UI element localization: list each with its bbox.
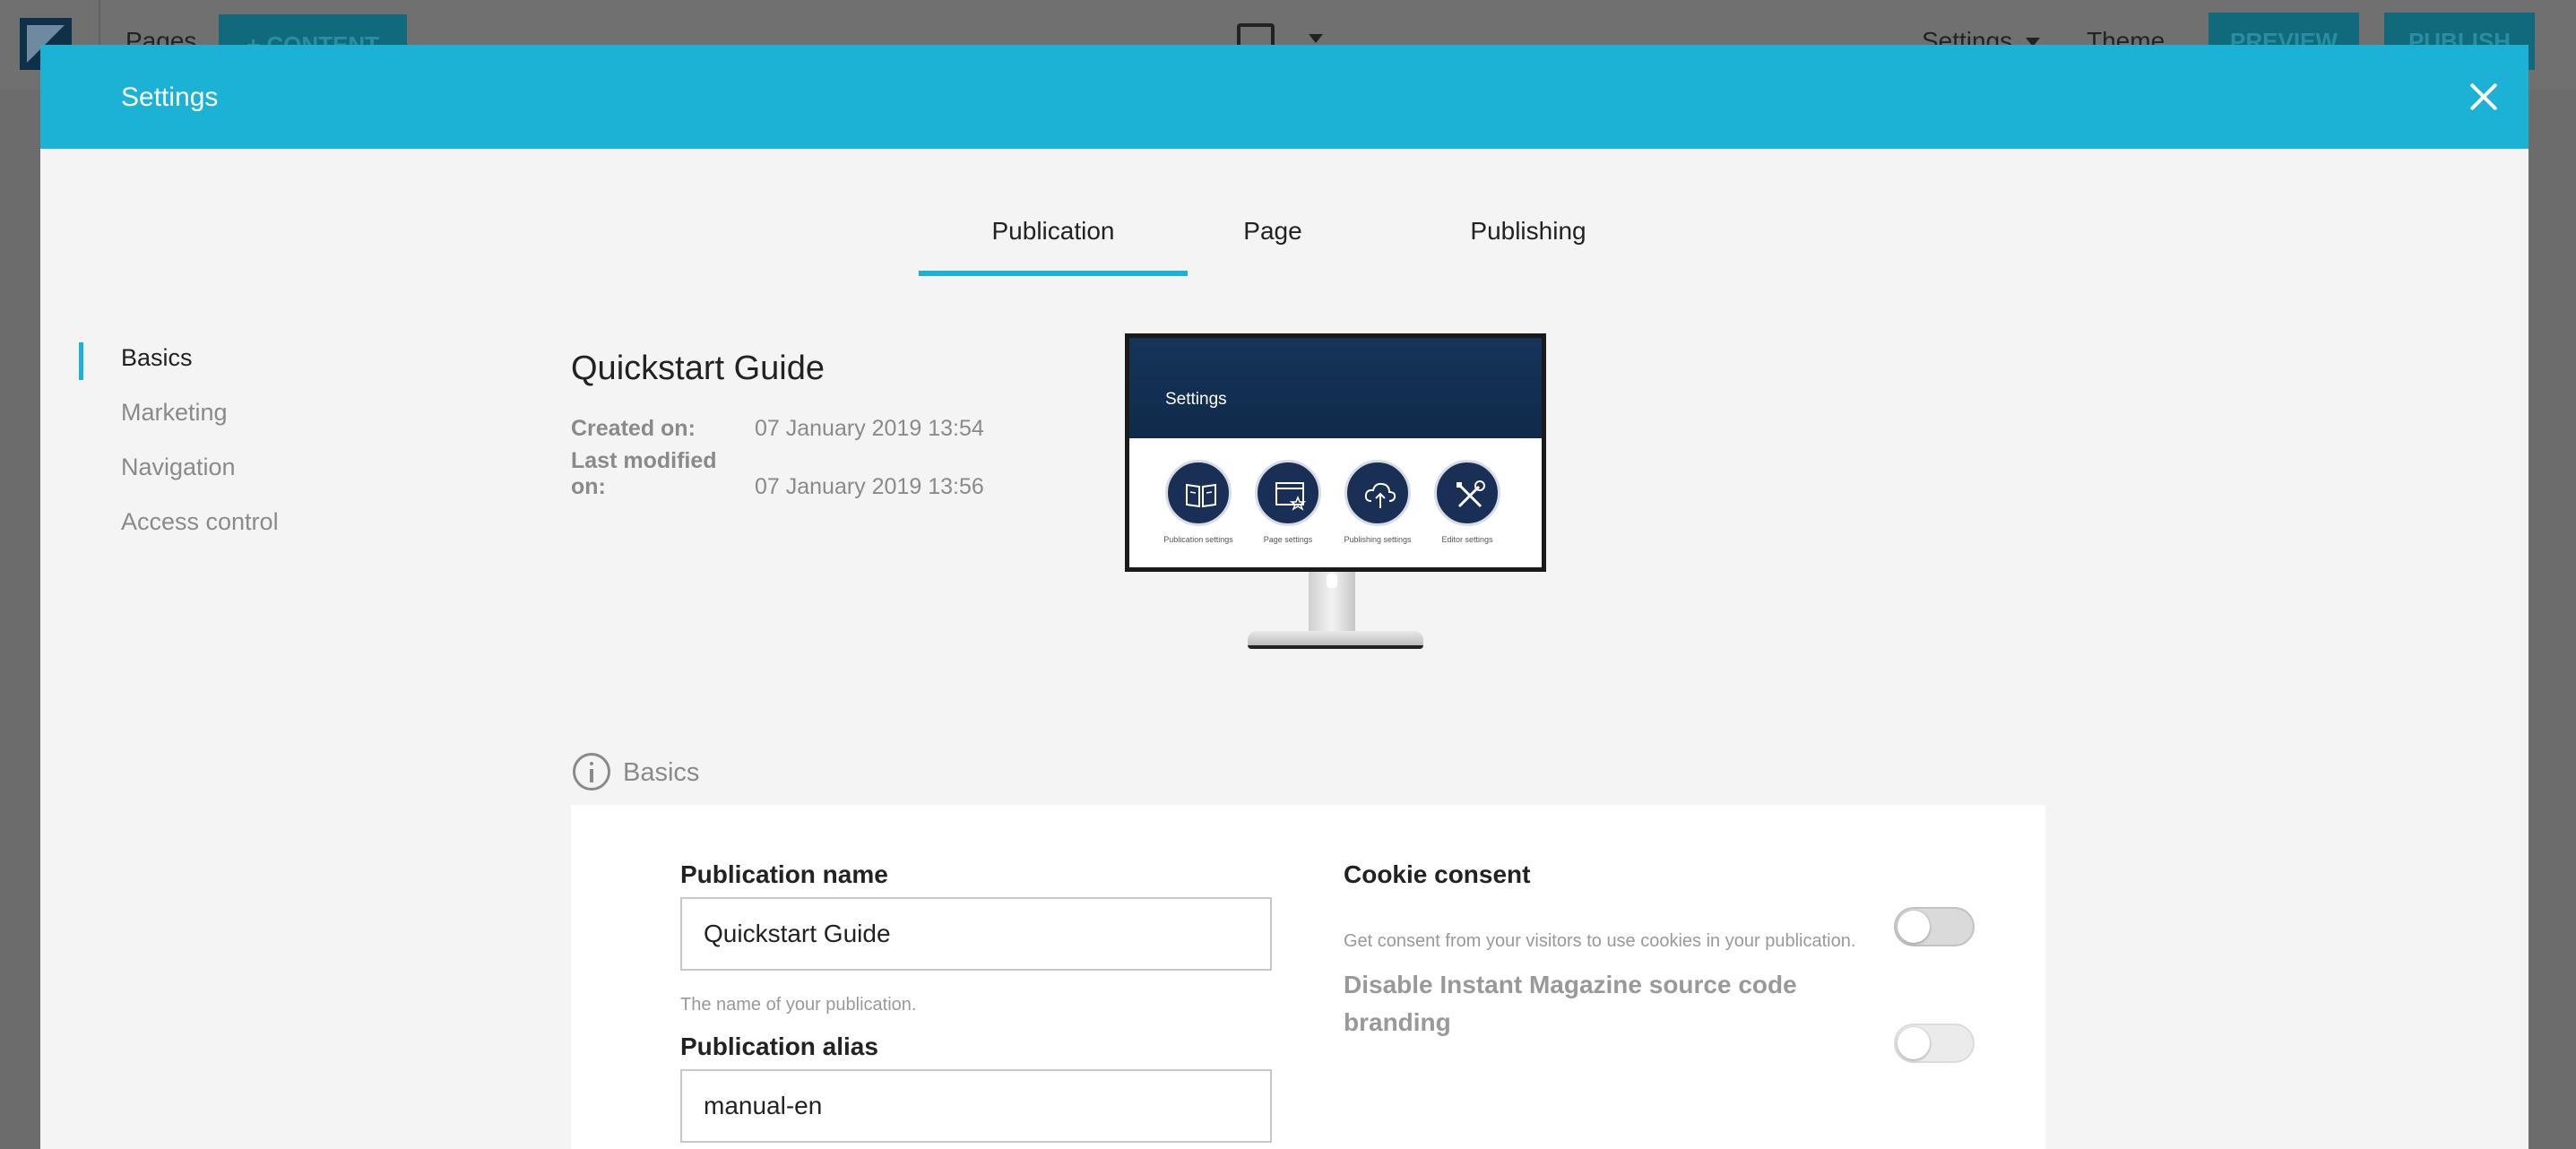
cookie-consent-toggle[interactable] bbox=[1894, 907, 1975, 946]
monitor-stand bbox=[1309, 572, 1355, 635]
modal-header: Settings bbox=[40, 45, 2528, 149]
close-icon[interactable] bbox=[2466, 79, 2502, 115]
tab-publishing[interactable]: Publishing bbox=[1421, 217, 1636, 246]
sidebar-item-navigation[interactable]: Navigation bbox=[121, 454, 236, 481]
publication-name-label: Publication name bbox=[680, 860, 888, 888]
illustration-caption: Page settings bbox=[1263, 535, 1313, 544]
screen-header: Settings bbox=[1129, 338, 1542, 438]
basics-card: Publication name The name of your public… bbox=[571, 805, 2045, 1149]
modified-on-label: Last modified on: bbox=[571, 448, 717, 499]
branding-label: Disable Instant Magazine source code bra… bbox=[1344, 971, 1797, 1036]
created-on-label: Created on: bbox=[571, 416, 696, 441]
screen-title: Settings bbox=[1165, 390, 1227, 409]
publication-title: Quickstart Guide bbox=[571, 350, 825, 387]
monitor-illustration: Settings Publication settings Page setti… bbox=[1125, 333, 1546, 651]
tab-page[interactable]: Page bbox=[1201, 217, 1344, 246]
tools-icon bbox=[1434, 460, 1500, 526]
info-icon bbox=[573, 753, 610, 790]
modified-on-value: 07 January 2019 13:56 bbox=[755, 474, 984, 499]
publication-name-help: The name of your publication. bbox=[680, 995, 917, 1015]
cookie-consent-label: Cookie consent bbox=[1344, 860, 1531, 888]
branding-toggle[interactable] bbox=[1894, 1024, 1975, 1063]
settings-modal: Settings Publication Page Publishing Bas… bbox=[40, 45, 2528, 1149]
page-star-icon bbox=[1255, 460, 1321, 526]
created-on-value: 07 January 2019 13:54 bbox=[755, 416, 984, 441]
monitor-screen: Settings Publication settings Page setti… bbox=[1125, 333, 1546, 572]
section-title: Basics bbox=[623, 758, 700, 787]
active-item-indicator bbox=[79, 342, 83, 380]
illustration-caption: Editor settings bbox=[1441, 535, 1493, 544]
created-on-row: Created on: 07 January 2019 13:54 bbox=[571, 416, 984, 442]
publication-name-input[interactable] bbox=[680, 897, 1272, 971]
cloud-upload-icon bbox=[1344, 460, 1411, 526]
tab-publication[interactable]: Publication bbox=[919, 217, 1188, 246]
cookie-consent-help: Get consent from your visitors to use co… bbox=[1344, 931, 1856, 951]
sidebar-item-marketing[interactable]: Marketing bbox=[121, 399, 228, 427]
illustration-caption: Publishing settings bbox=[1344, 535, 1412, 544]
chevron-down-icon[interactable] bbox=[1309, 34, 1323, 43]
sidebar-item-basics[interactable]: Basics bbox=[121, 344, 193, 372]
publication-alias-label: Publication alias bbox=[680, 1032, 878, 1060]
modified-on-row: Last modified on: 07 January 2019 13:56 bbox=[571, 448, 984, 500]
monitor-base bbox=[1248, 631, 1423, 649]
book-icon bbox=[1165, 460, 1232, 526]
publication-alias-input[interactable] bbox=[680, 1069, 1272, 1143]
illustration-caption: Publication settings bbox=[1163, 535, 1233, 544]
modal-title: Settings bbox=[121, 82, 219, 112]
sidebar-item-access-control[interactable]: Access control bbox=[121, 508, 279, 536]
settings-tabs: Publication Page Publishing bbox=[40, 149, 2528, 278]
active-tab-indicator bbox=[919, 271, 1188, 276]
